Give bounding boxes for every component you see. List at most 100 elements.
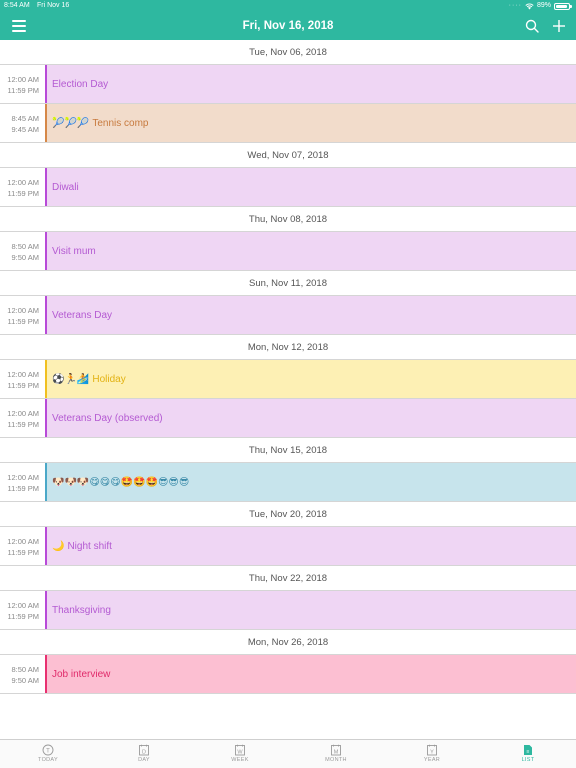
event-title: Veterans Day xyxy=(52,309,113,321)
tab-today[interactable]: T TODAY xyxy=(0,740,96,768)
event-end-time: 11:59 PM xyxy=(7,86,39,95)
battery-percent: 89% xyxy=(536,2,551,9)
tab-year[interactable]: Y YEAR xyxy=(384,740,480,768)
event-card[interactable]: Veterans Day xyxy=(45,296,576,334)
status-indicators: ···· 89% xyxy=(508,0,572,12)
event-row[interactable]: 8:45 AM 9:45 AM 🎾🎾🎾 Tennis comp xyxy=(0,104,576,143)
event-card[interactable]: 🌙 Night shift xyxy=(45,527,576,565)
day-header: Thu, Nov 15, 2018 xyxy=(0,438,576,463)
event-card[interactable]: Veterans Day (observed) xyxy=(45,399,576,437)
tab-icon-glyph: T xyxy=(46,748,50,754)
event-start-time: 12:00 AM xyxy=(7,409,39,418)
event-title: Election Day xyxy=(52,78,109,90)
event-start-time: 12:00 AM xyxy=(7,473,39,482)
tab-icon-glyph: W xyxy=(237,749,243,755)
event-row[interactable]: 12:00 AM 11:59 PM ⚽🏃🏄 Holiday xyxy=(0,360,576,399)
day-header: Wed, Nov 07, 2018 xyxy=(0,143,576,168)
tab-label: DAY xyxy=(138,757,150,763)
event-end-time: 11:59 PM xyxy=(7,484,39,493)
nav-bar: Fri, Nov 16, 2018 xyxy=(0,12,576,40)
event-row[interactable]: 12:00 AM 11:59 PM 🐶🐶🐶😋😋😋🤩🤩🤩😎😎😎 xyxy=(0,463,576,502)
tab-week[interactable]: W WEEK xyxy=(192,740,288,768)
event-times: 8:50 AM 9:50 AM xyxy=(0,232,45,270)
status-date: Fri Nov 16 xyxy=(37,2,70,9)
event-title: Tennis comp xyxy=(92,117,149,129)
event-times: 12:00 AM 11:59 PM xyxy=(0,591,45,629)
event-end-time: 11:59 PM xyxy=(7,189,39,198)
event-title: Thanksgiving xyxy=(52,604,111,616)
event-start-time: 12:00 AM xyxy=(7,537,39,546)
event-end-time: 9:50 AM xyxy=(11,676,39,685)
day-header: Mon, Nov 26, 2018 xyxy=(0,630,576,655)
event-start-time: 12:00 AM xyxy=(7,601,39,610)
list-icon: ≡ xyxy=(523,743,533,755)
event-card[interactable]: ⚽🏃🏄 Holiday xyxy=(45,360,576,398)
event-end-time: 9:50 AM xyxy=(11,253,39,262)
event-card[interactable]: Visit mum xyxy=(45,232,576,270)
event-start-time: 8:50 AM xyxy=(11,665,39,674)
event-end-time: 9:45 AM xyxy=(11,125,39,134)
event-end-time: 11:59 PM xyxy=(7,420,39,429)
event-row[interactable]: 12:00 AM 11:59 PM Veterans Day xyxy=(0,296,576,335)
event-start-time: 12:00 AM xyxy=(7,75,39,84)
event-emoji: 🎾🎾🎾 xyxy=(52,117,90,129)
event-times: 12:00 AM 11:59 PM xyxy=(0,168,45,206)
day-header: Tue, Nov 20, 2018 xyxy=(0,502,576,527)
plus-icon xyxy=(553,20,565,32)
tab-label: TODAY xyxy=(38,757,58,763)
event-title: Visit mum xyxy=(52,245,96,257)
event-start-time: 12:00 AM xyxy=(7,178,39,187)
event-card[interactable]: 🐶🐶🐶😋😋😋🤩🤩🤩😎😎😎 xyxy=(45,463,576,501)
event-times: 12:00 AM 11:59 PM xyxy=(0,296,45,334)
event-start-time: 12:00 AM xyxy=(7,306,39,315)
tab-label: YEAR xyxy=(423,757,441,763)
event-emoji: ⚽🏃🏄 xyxy=(52,373,90,385)
event-list[interactable]: Tue, Nov 06, 2018 12:00 AM 11:59 PM Electio… xyxy=(0,40,576,739)
page-title: Fri, Nov 16, 2018 xyxy=(242,20,334,32)
add-event-button[interactable] xyxy=(551,18,567,34)
event-title: Veterans Day (observed) xyxy=(52,412,163,424)
event-start-time: 12:00 AM xyxy=(7,370,39,379)
event-card[interactable]: Diwali xyxy=(45,168,576,206)
event-times: 12:00 AM 11:59 PM xyxy=(0,65,45,103)
event-emoji: 🌙 xyxy=(52,540,65,552)
event-row[interactable]: 12:00 AM 11:59 PM Diwali xyxy=(0,168,576,207)
event-row[interactable]: 8:50 AM 9:50 AM Visit mum xyxy=(0,232,576,271)
day-icon: D xyxy=(138,743,150,756)
tab-day[interactable]: D DAY xyxy=(96,740,192,768)
event-title: Holiday xyxy=(92,373,126,385)
tab-icon-glyph: Y xyxy=(430,749,434,755)
month-icon: M xyxy=(330,743,342,756)
battery-icon xyxy=(554,2,572,10)
tab-list[interactable]: ≡ LIST xyxy=(480,740,576,768)
search-icon xyxy=(525,19,539,33)
event-row[interactable]: 12:00 AM 11:59 PM Thanksgiving xyxy=(0,591,576,630)
tab-bar: T TODAY D DAY W WEEK M MONTH Y YEAR ≡ LIST xyxy=(0,739,576,768)
day-header: Thu, Nov 22, 2018 xyxy=(0,566,576,591)
event-row[interactable]: 12:00 AM 11:59 PM Election Day xyxy=(0,65,576,104)
day-header: Mon, Nov 12, 2018 xyxy=(0,335,576,360)
event-title: Diwali xyxy=(52,181,79,193)
event-row[interactable]: 12:00 AM 11:59 PM Veterans Day (observed) xyxy=(0,399,576,438)
event-end-time: 11:59 PM xyxy=(7,317,39,326)
status-time: 8:54 AM xyxy=(4,2,30,9)
status-bar: 8:54 AM Fri Nov 16 ···· 89% xyxy=(0,0,576,12)
event-card[interactable]: Job interview xyxy=(45,655,576,693)
signal-icon: ···· xyxy=(508,2,522,9)
tab-label: MONTH xyxy=(325,757,347,763)
event-end-time: 11:59 PM xyxy=(7,612,39,621)
event-row[interactable]: 8:50 AM 9:50 AM Job interview xyxy=(0,655,576,694)
event-times: 8:50 AM 9:50 AM xyxy=(0,655,45,693)
event-card[interactable]: Thanksgiving xyxy=(45,591,576,629)
event-card[interactable]: 🎾🎾🎾 Tennis comp xyxy=(45,104,576,142)
today-icon: T xyxy=(42,743,54,756)
event-title: Night shift xyxy=(67,540,112,552)
wifi-icon xyxy=(525,3,534,9)
tab-icon-glyph: M xyxy=(334,749,339,755)
event-times: 12:00 AM 11:59 PM xyxy=(0,360,45,398)
tab-month[interactable]: M MONTH xyxy=(288,740,384,768)
event-emoji: 🐶🐶🐶😋😋😋🤩🤩🤩😎😎😎 xyxy=(52,476,190,488)
event-card[interactable]: Election Day xyxy=(45,65,576,103)
event-row[interactable]: 12:00 AM 11:59 PM 🌙 Night shift xyxy=(0,527,576,566)
search-button[interactable] xyxy=(524,18,540,34)
